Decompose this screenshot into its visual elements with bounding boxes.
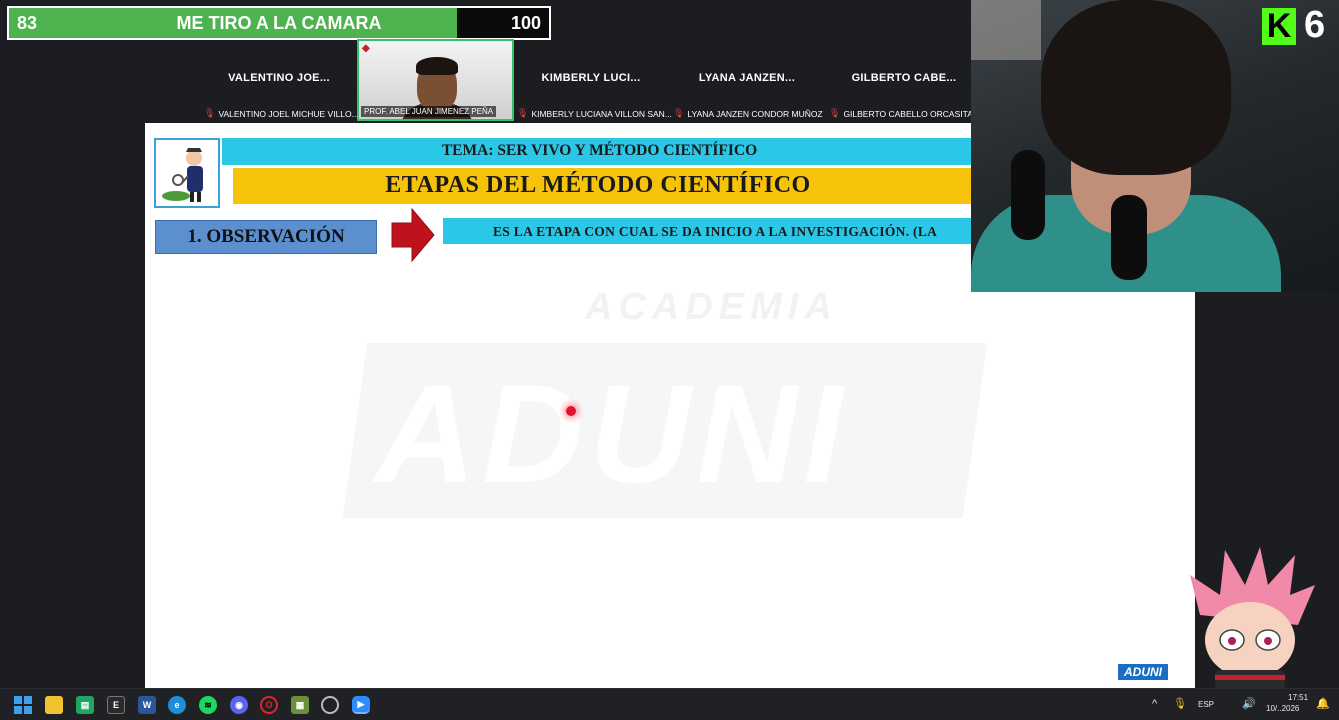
edge-icon[interactable]: e bbox=[168, 696, 186, 714]
mic-muted-icon: 🎙 bbox=[204, 108, 216, 118]
step-definition: ES LA ETAPA CON CUAL SE DA INICIO A LA I… bbox=[493, 224, 938, 239]
participant-label: 🎙 GILBERTO CABELLO ORCASITAS bbox=[829, 108, 979, 119]
language-indicator[interactable]: ESP bbox=[1198, 700, 1214, 709]
slide-heading: ETAPAS DEL MÉTODO CIENTÍFICO bbox=[385, 172, 811, 198]
chrome-icon[interactable] bbox=[321, 696, 339, 714]
anime-mascot-image bbox=[1190, 547, 1315, 690]
aduni-logo-icon: ◆ bbox=[362, 43, 370, 54]
clock-time[interactable]: 17:51 bbox=[1288, 693, 1308, 702]
stream-goal-bar: 83 ME TIRO A LA CAMARA 100 bbox=[7, 6, 551, 40]
opera-gx-icon[interactable]: O bbox=[260, 696, 278, 714]
spotify-icon[interactable]: ≋ bbox=[199, 696, 217, 714]
participant-label: 🎙 VALENTINO JOEL MICHUE VILLO... bbox=[204, 108, 359, 119]
mic-muted-icon: 🎙 bbox=[517, 108, 529, 118]
volume-icon[interactable]: 🔊 bbox=[1242, 697, 1256, 710]
participant-tile-name[interactable]: LYANA JANZEN... bbox=[677, 72, 817, 84]
participant-tile-name[interactable]: KIMBERLY LUCI... bbox=[521, 72, 661, 84]
notification-bell-icon[interactable]: 🔔 bbox=[1316, 697, 1330, 710]
goal-target: 100 bbox=[510, 13, 541, 33]
chevron-up-icon[interactable]: ^ bbox=[1152, 698, 1157, 710]
goal-title: ME TIRO A LA CAMARA bbox=[176, 13, 382, 33]
arrow-right-icon bbox=[391, 207, 435, 263]
participant-label: 🎙 LYANA JANZEN CONDOR MUÑOZ bbox=[673, 108, 823, 119]
microphone-icon[interactable]: 🎙 bbox=[1173, 697, 1187, 710]
mic-muted-icon: 🎙 bbox=[829, 108, 841, 118]
sheets-icon[interactable]: ▤ bbox=[76, 696, 94, 714]
clock-date[interactable]: 10/..2026 bbox=[1266, 704, 1299, 713]
zoom-icon[interactable]: ▶ bbox=[352, 696, 370, 714]
participant-tile-name[interactable]: GILBERTO CABE... bbox=[834, 72, 974, 84]
step-observacion: 1. OBSERVACIÓN bbox=[155, 220, 377, 254]
active-speaker-video[interactable]: ◆ PROF. ABEL JUAN JIMENEZ PEÑA bbox=[357, 39, 514, 121]
word-icon[interactable]: W bbox=[138, 696, 156, 714]
viewer-count: 6 bbox=[1304, 4, 1326, 46]
participant-label: 🎙 KIMBERLY LUCIANA VILLON SAN... bbox=[517, 108, 672, 119]
watermark-academia: ACADEMIA bbox=[585, 286, 838, 328]
aduni-corner-logo: ADUNI bbox=[1118, 664, 1168, 680]
epic-games-icon[interactable]: E bbox=[107, 696, 125, 714]
laser-pointer bbox=[566, 406, 576, 416]
kick-icon: K bbox=[1262, 8, 1296, 45]
headphones bbox=[1011, 150, 1045, 240]
watermark-aduni: ADUNI bbox=[375, 355, 849, 512]
active-speaker-name: PROF. ABEL JUAN JIMENEZ PEÑA bbox=[361, 106, 497, 117]
scientist-illustration-icon bbox=[154, 138, 220, 208]
minecraft-icon[interactable]: ▦ bbox=[291, 696, 309, 714]
discord-icon[interactable]: ◉ bbox=[230, 696, 248, 714]
file-explorer-icon[interactable] bbox=[45, 696, 63, 714]
windows-start-icon[interactable] bbox=[14, 696, 32, 714]
participant-tile-name[interactable]: VALENTINO JOE... bbox=[209, 72, 349, 84]
mic-muted-icon: 🎙 bbox=[673, 108, 685, 118]
slide-topic: TEMA: SER VIVO Y MÉTODO CIENTÍFICO bbox=[441, 142, 758, 159]
taskbar: ▤ E W e ≋ ◉ O ▦ ▶ ^ 🎙 ESP 🔊 17:51 10/..2… bbox=[0, 688, 1339, 720]
